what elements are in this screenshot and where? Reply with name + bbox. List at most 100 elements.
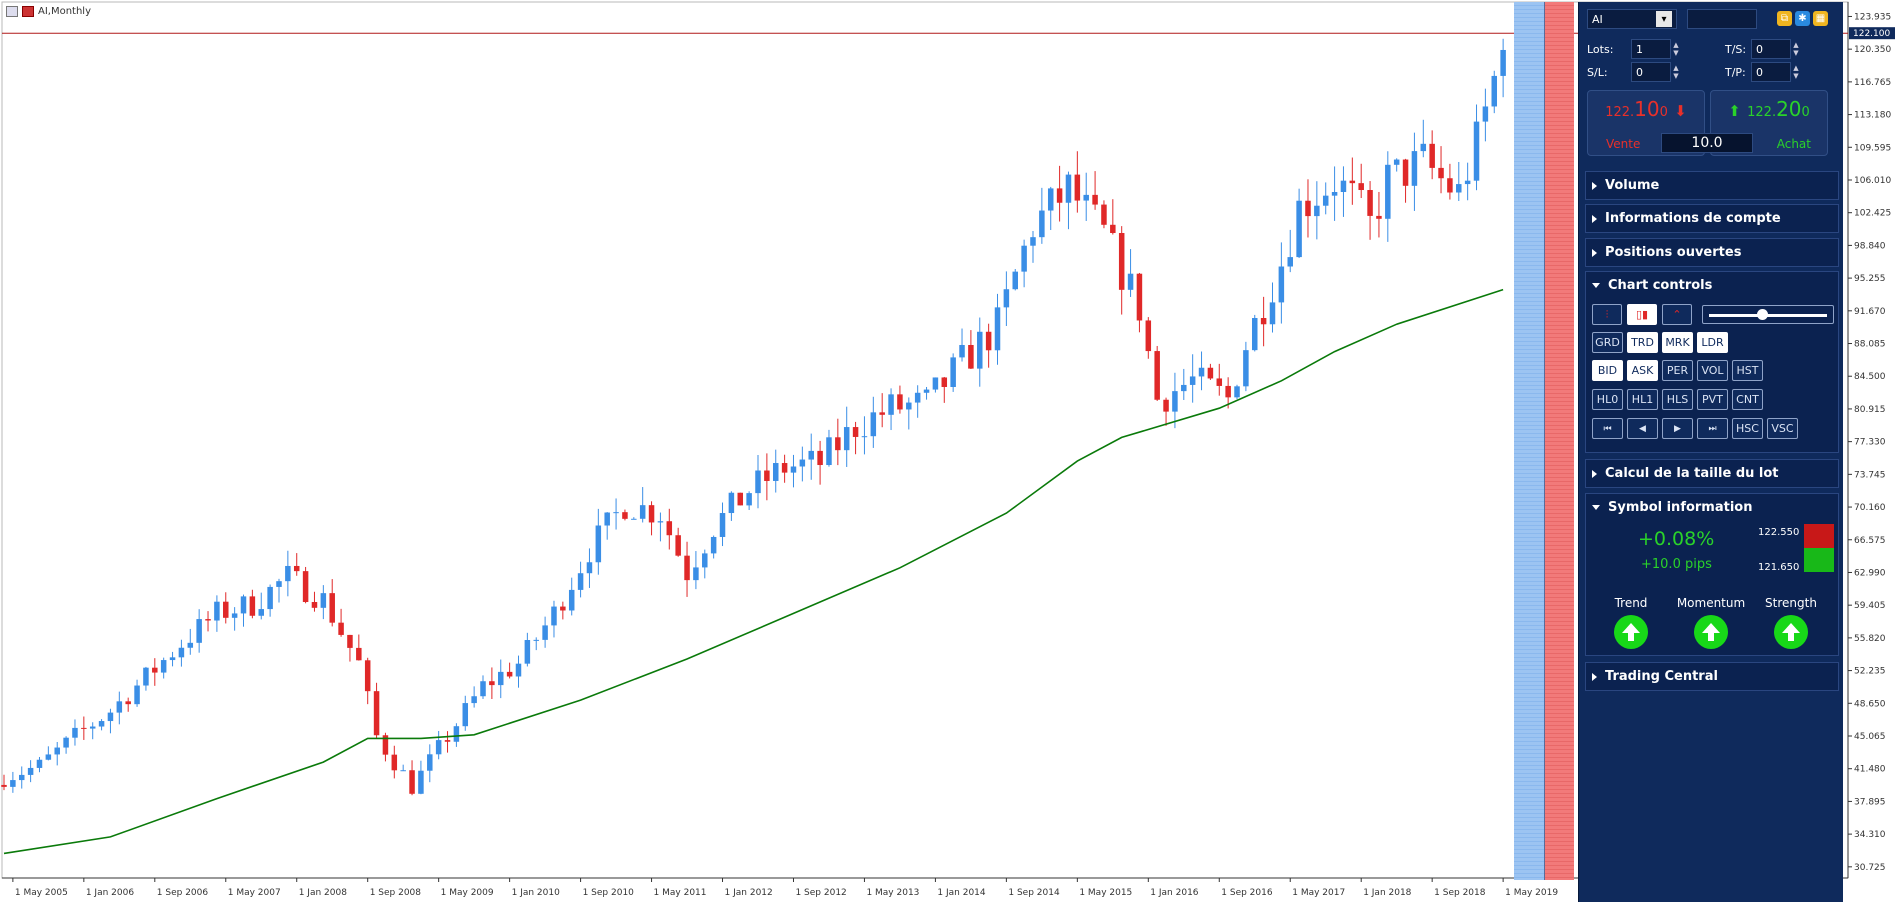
candle-body xyxy=(285,565,291,582)
ts-stepper[interactable]: ▲ ▼ xyxy=(1791,41,1801,57)
ctrl-bid-button[interactable]: BID xyxy=(1592,360,1623,381)
section-symbol-info-title: Symbol information xyxy=(1608,500,1753,515)
tp-input[interactable]: 0 xyxy=(1751,62,1791,82)
candle-body xyxy=(1012,271,1018,290)
candle-body xyxy=(1056,188,1063,203)
candle-body xyxy=(373,691,380,736)
candle-body xyxy=(356,647,362,661)
ctrl-ask-button[interactable]: ASK xyxy=(1627,360,1658,381)
ctrl-hsc-button[interactable]: HSC xyxy=(1732,418,1763,439)
y-tick-label: 84.500 xyxy=(1854,372,1886,382)
section-volume[interactable]: Volume xyxy=(1585,171,1839,200)
candle-body xyxy=(1402,159,1409,186)
candle-body xyxy=(231,613,238,618)
candle-body xyxy=(409,770,415,794)
chart-period-icon[interactable] xyxy=(22,6,34,17)
ts-input[interactable]: 0 xyxy=(1751,39,1791,59)
nav-last-icon[interactable]: ⏭ xyxy=(1697,418,1728,439)
lots-input[interactable]: 1 xyxy=(1631,39,1671,59)
buy-price-prefix: 122. xyxy=(1747,105,1777,120)
zoom-slider-thumb[interactable] xyxy=(1757,309,1768,320)
candle-body xyxy=(1411,151,1418,186)
y-tick-label: 45.065 xyxy=(1854,732,1886,742)
candle-chart-mode-button[interactable]: ▯▮ xyxy=(1627,304,1657,325)
ctrl-hl0-button[interactable]: HL0 xyxy=(1592,389,1623,410)
chart-controls-header[interactable]: Chart controls xyxy=(1586,272,1838,299)
spread-text: 10.0 xyxy=(1691,135,1723,151)
section-lot-calc[interactable]: Calcul de la taille du lot xyxy=(1585,459,1839,488)
x-tick-label: 1 May 2011 xyxy=(654,888,707,898)
candle-body xyxy=(1189,376,1196,385)
x-tick-label: 1 Sep 2012 xyxy=(795,888,846,898)
gear-icon[interactable]: ✱ xyxy=(1795,11,1810,26)
section-trading-central[interactable]: Trading Central xyxy=(1585,662,1839,691)
section-positions[interactable]: Positions ouvertes xyxy=(1585,238,1839,267)
section-volume-title: Volume xyxy=(1605,178,1660,193)
momentum-up-icon xyxy=(1694,615,1728,649)
ctrl-trd-button[interactable]: TRD xyxy=(1627,332,1658,353)
candle-body xyxy=(737,492,744,506)
candle-body xyxy=(1065,174,1072,203)
chevron-down-icon[interactable]: ▾ xyxy=(1656,11,1672,27)
nav-prev-icon[interactable]: ◀ xyxy=(1627,418,1658,439)
candle-body xyxy=(1420,143,1427,152)
layout-icon[interactable]: ▦ xyxy=(1813,11,1828,26)
candle-body xyxy=(666,521,673,536)
ctrl-hl1-button[interactable]: HL1 xyxy=(1627,389,1658,410)
y-tick-label: 37.895 xyxy=(1854,797,1886,807)
expand-icon xyxy=(1592,214,1597,223)
nav-next-icon[interactable]: ▶ xyxy=(1662,418,1693,439)
bid-strip xyxy=(1514,2,1544,880)
x-tick-label: 1 Jan 2018 xyxy=(1363,888,1411,898)
section-account-title: Informations de compte xyxy=(1605,211,1781,226)
symbol-select[interactable]: AI ▾ xyxy=(1587,9,1677,29)
y-tick-label: 55.820 xyxy=(1854,634,1886,644)
x-tick-label: 1 Jan 2014 xyxy=(937,888,985,898)
x-tick-label: 1 Jan 2010 xyxy=(512,888,560,898)
section-trading-central-title: Trading Central xyxy=(1605,669,1718,684)
symbol-search-input[interactable] xyxy=(1687,9,1757,29)
section-account[interactable]: Informations de compte xyxy=(1585,204,1839,233)
candle-body xyxy=(1163,399,1169,412)
bar-chart-mode-button[interactable]: ⫶ xyxy=(1592,304,1622,325)
candle-body xyxy=(1473,121,1480,181)
candle-body xyxy=(1482,106,1489,122)
line-chart-mode-button[interactable]: ⌃ xyxy=(1662,304,1692,325)
candle-body xyxy=(240,596,247,614)
ctrl-per-button[interactable]: PER xyxy=(1662,360,1693,381)
ctrl-grd-button[interactable]: GRD xyxy=(1592,332,1623,353)
ctrl-ldr-button[interactable]: LDR xyxy=(1697,332,1728,353)
ctrl-vol-button[interactable]: VOL xyxy=(1697,360,1728,381)
tp-stepper[interactable]: ▲ ▼ xyxy=(1791,64,1801,80)
ctrl-pvt-button[interactable]: PVT xyxy=(1697,389,1728,410)
chart-window-icon[interactable] xyxy=(6,6,18,17)
candle-body xyxy=(214,601,220,621)
candle-body xyxy=(1260,318,1267,325)
candle-body xyxy=(764,470,770,481)
candle-body xyxy=(152,667,158,673)
link-icon[interactable]: ⧉ xyxy=(1777,11,1792,26)
ask-bar xyxy=(1804,524,1834,548)
ctrl-hls-button[interactable]: HLS xyxy=(1662,389,1693,410)
candle-body xyxy=(444,740,451,742)
ctrl-vsc-button[interactable]: VSC xyxy=(1767,418,1798,439)
ctrl-cnt-button[interactable]: CNT xyxy=(1732,389,1763,410)
expand-icon xyxy=(1592,181,1597,190)
candle-body xyxy=(453,726,460,742)
zoom-slider[interactable] xyxy=(1702,305,1834,324)
sl-stepper[interactable]: ▲ ▼ xyxy=(1671,64,1681,80)
candle-body xyxy=(1181,384,1187,392)
nav-first-icon[interactable]: ⏮ xyxy=(1592,418,1623,439)
candle-body xyxy=(1349,180,1356,184)
y-tick-label: 113.180 xyxy=(1854,111,1891,121)
sl-input[interactable]: 0 xyxy=(1631,62,1671,82)
candle-body xyxy=(1287,257,1293,267)
lots-stepper[interactable]: ▲ ▼ xyxy=(1671,41,1681,57)
candle-body xyxy=(427,754,433,771)
ctrl-mrk-button[interactable]: MRK xyxy=(1662,332,1693,353)
bid-price: 121.650 xyxy=(1758,562,1800,573)
ctrl-hst-button[interactable]: HST xyxy=(1732,360,1763,381)
candle-body xyxy=(1207,367,1214,379)
candle-body xyxy=(72,727,78,738)
symbol-info-header[interactable]: Symbol information xyxy=(1586,494,1838,521)
